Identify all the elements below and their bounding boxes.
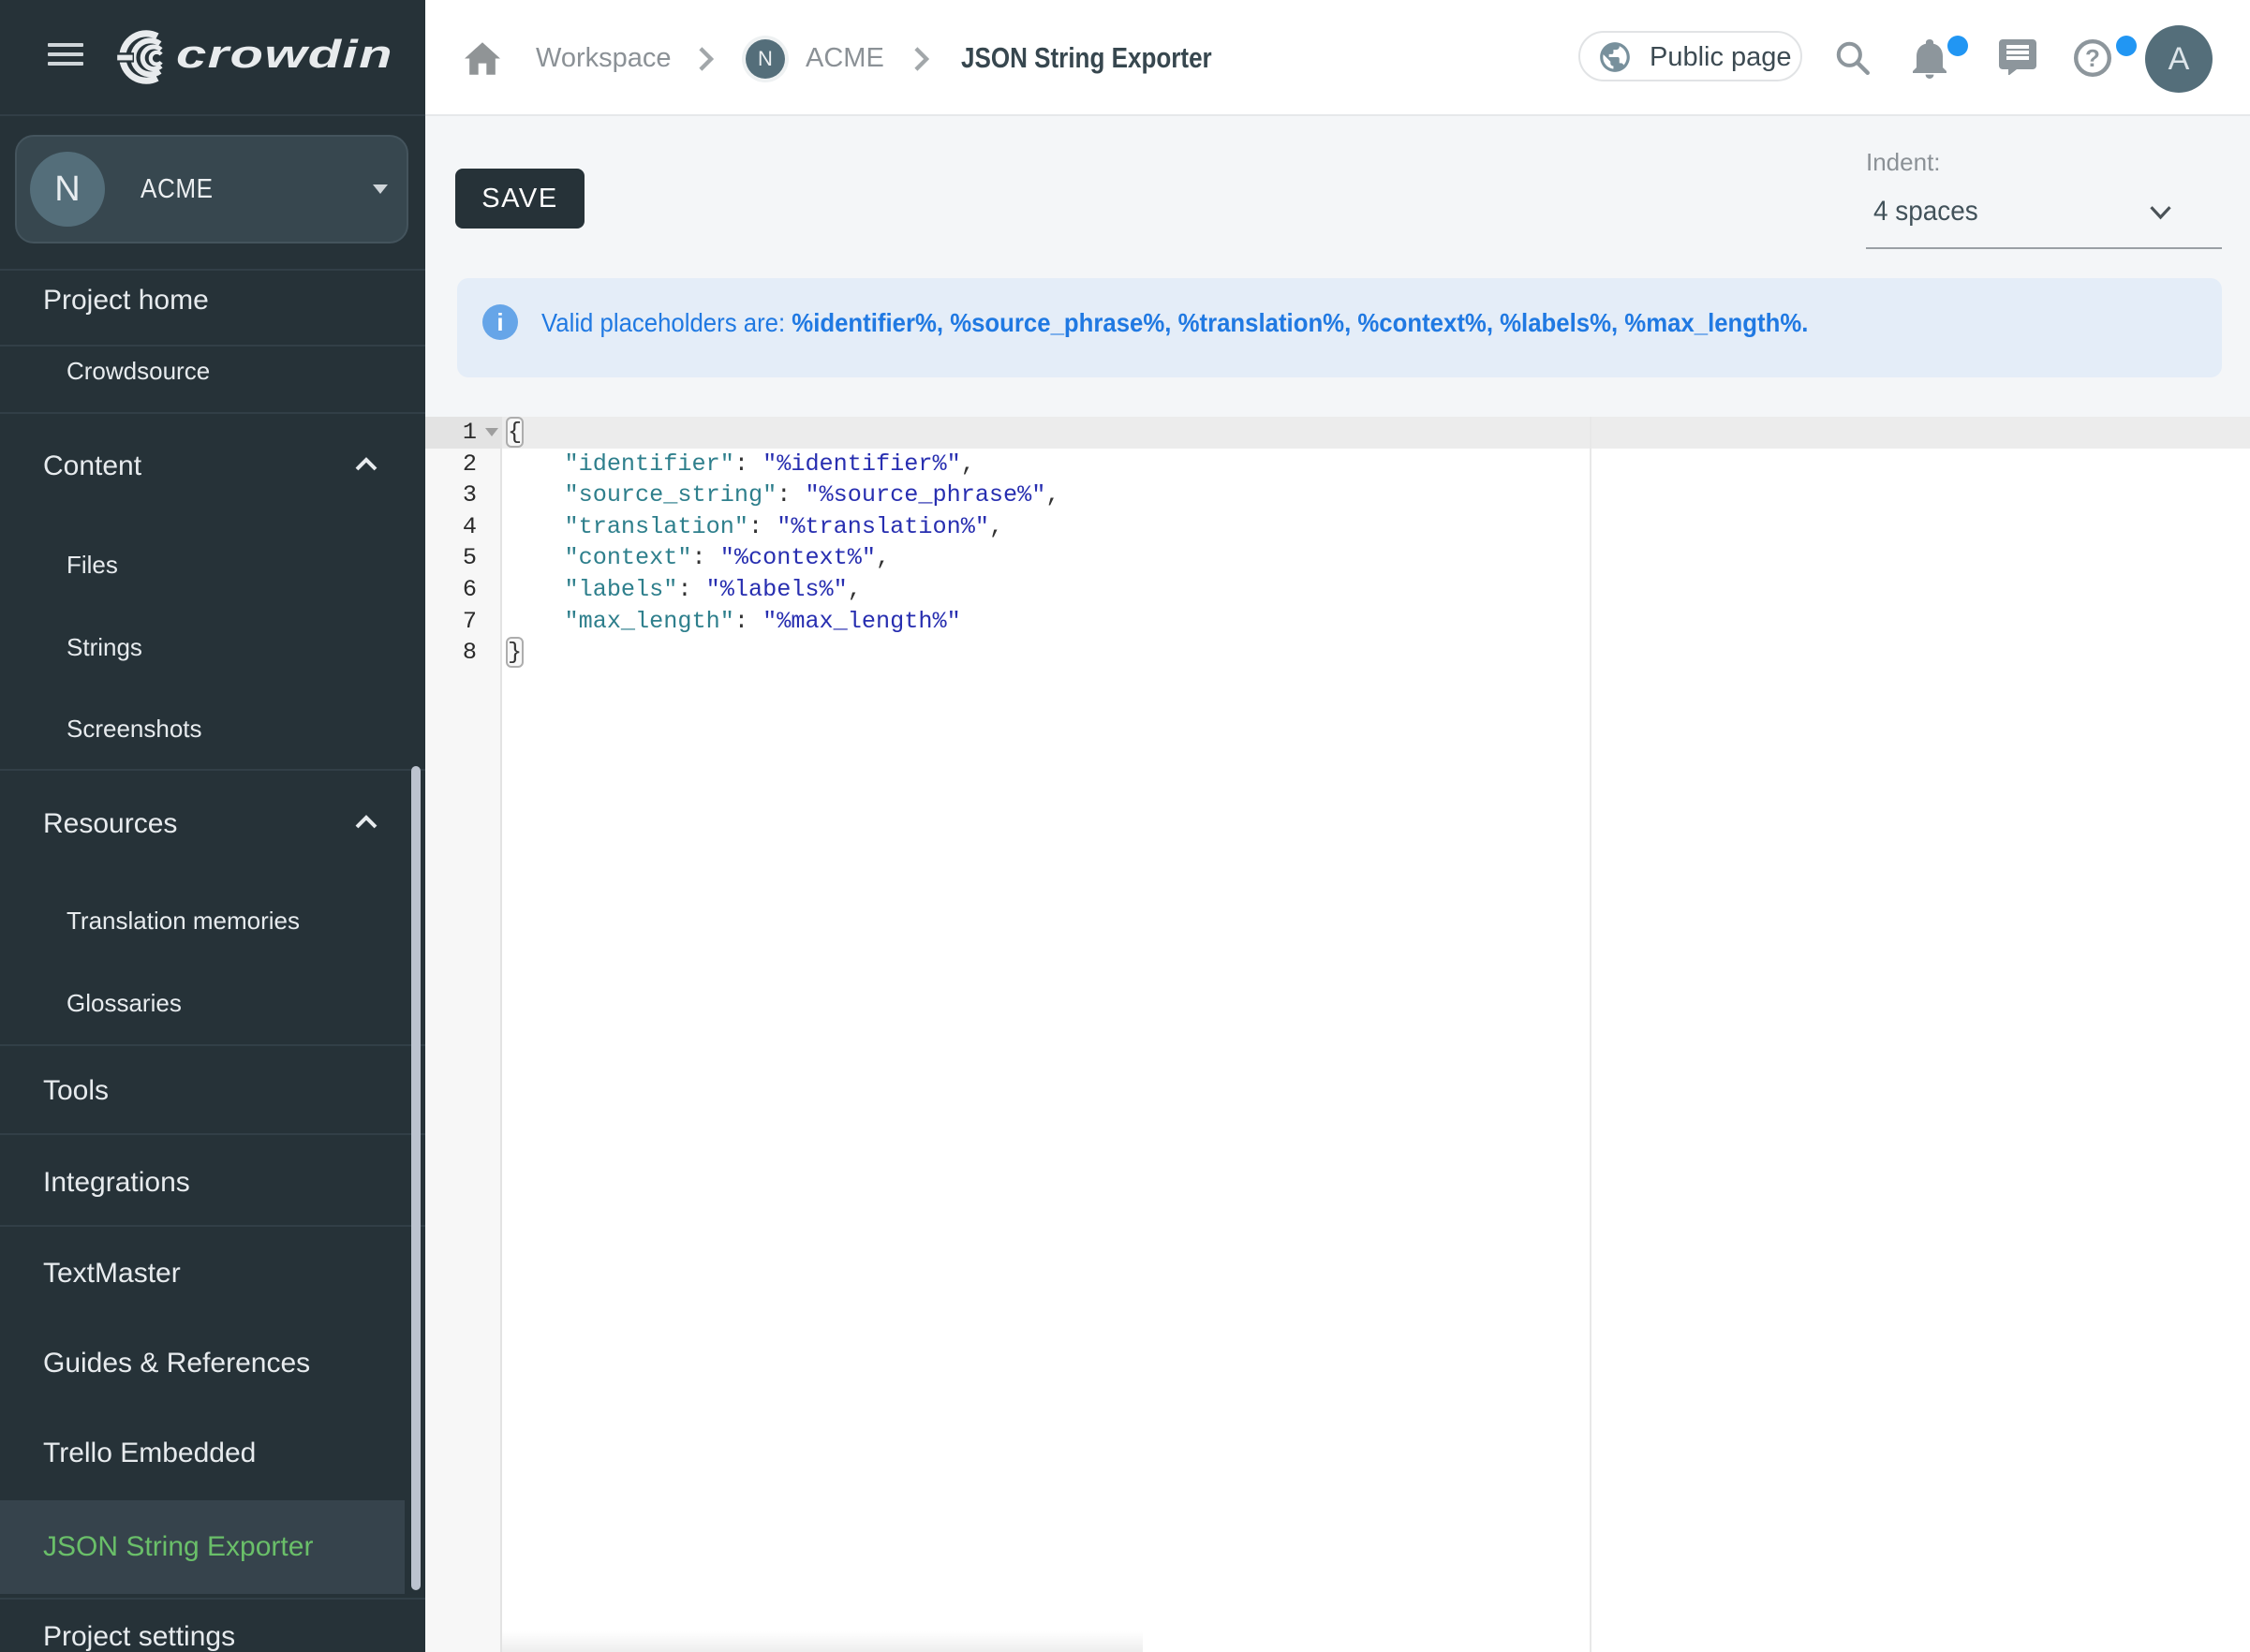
svg-text:?: ? [2085,44,2100,72]
